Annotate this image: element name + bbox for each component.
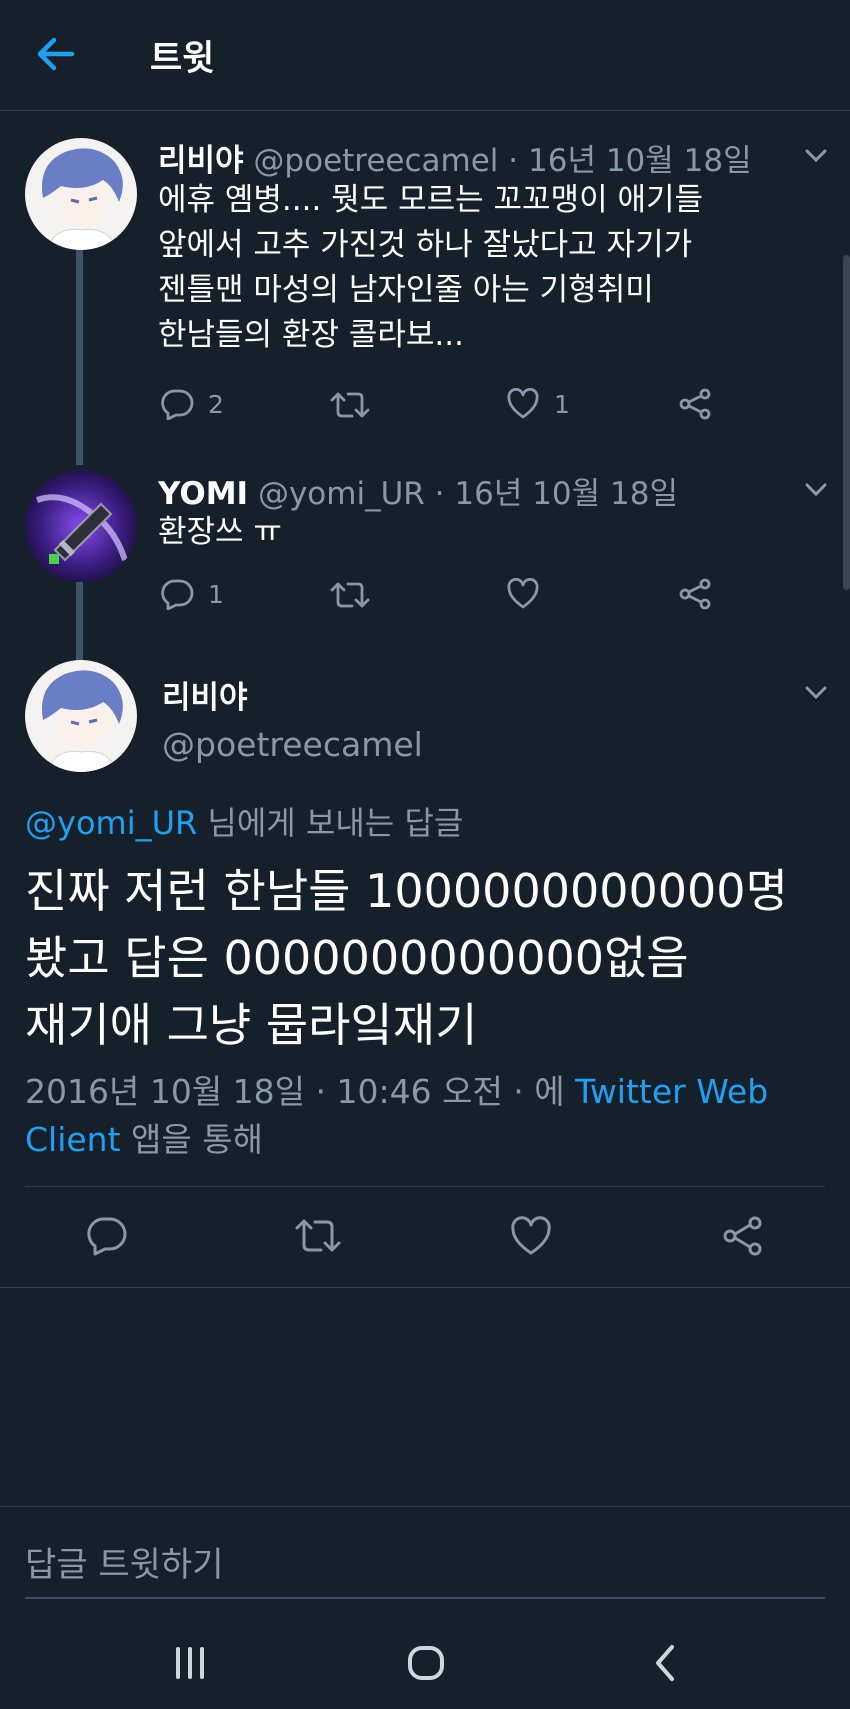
tweet-line: 한남들의 환장 콜라보...: [158, 317, 464, 353]
reply-count: 2: [208, 389, 224, 419]
main-tweet-text: 진짜 저런 한남들 1000000000000명 봤고 답은 000000000…: [25, 858, 835, 1059]
handle[interactable]: @yomi_UR: [258, 476, 425, 512]
divider: [25, 1186, 825, 1187]
tweet-line: 환장쓰 ㅠ: [158, 514, 282, 550]
replying-to-link[interactable]: @yomi_UR: [25, 804, 197, 842]
tweet-text: 환장쓰 ㅠ: [158, 510, 282, 555]
reply-icon[interactable]: [85, 1215, 127, 1257]
retweet-icon: [330, 392, 370, 418]
thread-line: [76, 250, 83, 465]
tweet-header: YOMI @yomi_UR · 16년 10월 18일: [158, 468, 678, 513]
tweet-text: 에휴 옘병.... 뭣도 모르는 꼬꼬맹이 애기들 앞에서 고추 가진것 하나 …: [158, 178, 703, 358]
retweet-button[interactable]: [330, 390, 384, 420]
thread-line: [76, 582, 83, 664]
like-button[interactable]: 1: [506, 388, 570, 420]
reply-icon: [161, 579, 194, 610]
chevron-down-icon[interactable]: [803, 142, 829, 168]
divider: [0, 1287, 850, 1288]
divider: [0, 1506, 850, 1507]
reply-button[interactable]: 2: [160, 388, 224, 420]
avatar[interactable]: [25, 138, 137, 250]
heart-icon: [507, 388, 539, 419]
system-nav-bar: [0, 1610, 850, 1709]
tweet-timestamp: 2016년 10월 18일 · 10:46 오전 · 에: [25, 1072, 576, 1111]
tweet-line: 재기애 그냥 뭅라잌재기: [25, 998, 478, 1052]
separator: ·: [434, 476, 445, 512]
chevron-down-icon[interactable]: [803, 476, 829, 502]
client-suffix: 앱을 통해: [120, 1120, 263, 1159]
tweet-header: 리비야 @poetreecamel · 16년 10월 18일: [158, 135, 752, 180]
tweet-line: 젠틀맨 마성의 남자인줄 아는 기형취미: [158, 272, 654, 308]
heart-icon: [507, 578, 539, 609]
reply-input[interactable]: 답글 트윗하기: [25, 1537, 224, 1586]
display-name[interactable]: 리비야: [158, 143, 244, 179]
share-button[interactable]: [678, 578, 712, 610]
tweet-line: 봤고 답은 0000000000000없음: [25, 931, 689, 985]
like-count: 1: [554, 389, 570, 419]
retweet-button[interactable]: [330, 580, 384, 610]
tweet-date[interactable]: 16년 10월 18일: [528, 143, 752, 179]
reply-input-underline: [25, 1597, 825, 1599]
back-arrow-icon[interactable]: [36, 34, 76, 74]
reply-icon: [161, 389, 194, 420]
share-button[interactable]: [678, 388, 712, 420]
handle[interactable]: @poetreecamel: [253, 143, 498, 179]
tweet-line: 진짜 저런 한남들 1000000000000명: [25, 864, 788, 918]
separator: ·: [508, 143, 519, 179]
recent-apps-icon[interactable]: [170, 1643, 210, 1683]
tweet-line: 앞에서 고추 가진것 하나 잘났다고 자기가: [158, 227, 693, 263]
display-name[interactable]: 리비야: [162, 672, 248, 717]
retweet-icon: [330, 582, 370, 608]
reply-count: 1: [208, 579, 224, 609]
page-title: 트윗: [150, 39, 215, 79]
share-icon: [679, 388, 711, 420]
replying-to-text: 님에게 보내는 답글: [197, 804, 464, 842]
tweet-meta: 2016년 10월 18일 · 10:46 오전 · 에 Twitter Web…: [25, 1068, 785, 1164]
handle[interactable]: @poetreecamel: [162, 725, 423, 764]
scrollbar[interactable]: [843, 255, 850, 590]
heart-icon[interactable]: [510, 1216, 552, 1258]
reply-button[interactable]: 1: [160, 578, 224, 610]
tweet-date[interactable]: 16년 10월 18일: [454, 476, 678, 512]
display-name[interactable]: YOMI: [158, 476, 248, 512]
avatar[interactable]: [25, 470, 137, 582]
share-icon: [679, 578, 711, 610]
avatar[interactable]: [25, 660, 137, 772]
like-button[interactable]: [506, 578, 554, 610]
top-bar: 트윗: [0, 0, 850, 111]
home-icon[interactable]: [406, 1643, 446, 1683]
share-icon[interactable]: [722, 1215, 764, 1257]
retweet-icon[interactable]: [294, 1215, 342, 1257]
nav-back-icon[interactable]: [646, 1643, 686, 1683]
chevron-down-icon[interactable]: [803, 679, 829, 705]
tweet-line: 에휴 옘병.... 뭣도 모르는 꼬꼬맹이 애기들: [158, 182, 704, 218]
replying-to: @yomi_UR 님에게 보내는 답글: [25, 798, 463, 844]
